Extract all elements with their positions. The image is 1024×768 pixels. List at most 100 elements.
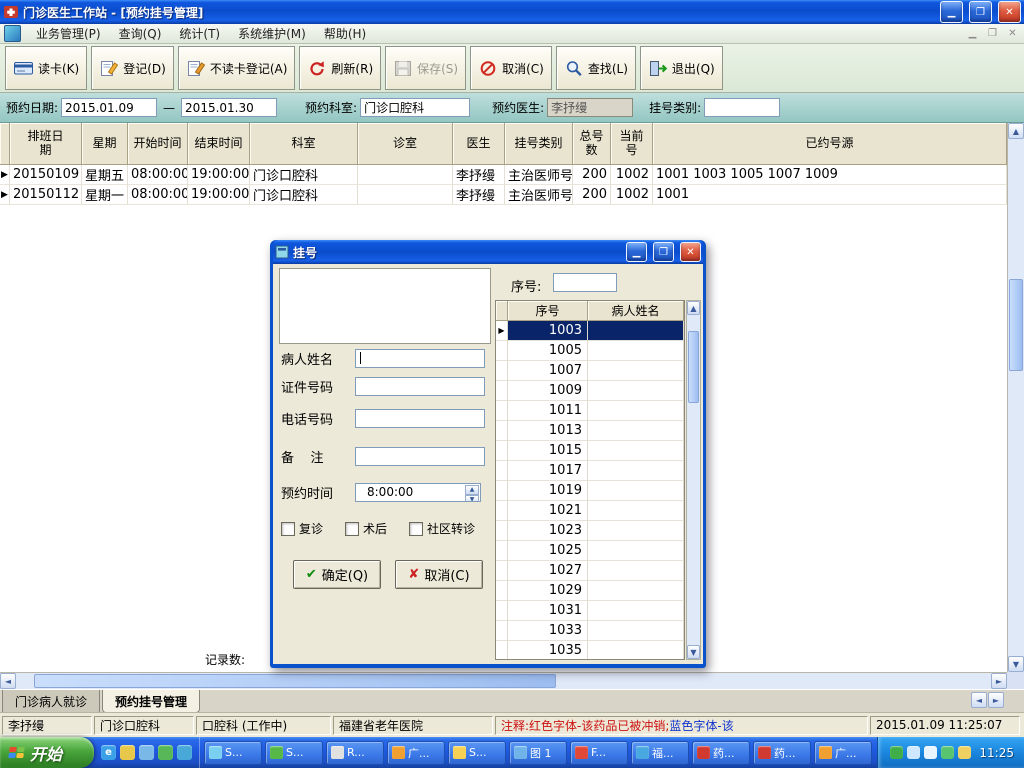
dialog-field-input[interactable] (355, 348, 485, 368)
mdi-restore-icon[interactable]: ❐ (985, 28, 1000, 39)
scroll-left-icon[interactable]: ◄ (0, 673, 16, 689)
dialog-grid-row[interactable]: 1023 (496, 521, 684, 541)
dialog-field-input[interactable] (355, 376, 485, 396)
schedule-grid-row[interactable]: ▶ 20150112 星期一 08:00:00 19:00:00 门诊口腔科 李抒缦 主治医师… (0, 185, 1007, 205)
update-icon[interactable] (958, 746, 972, 759)
vscroll-track[interactable] (1008, 139, 1024, 656)
main-vertical-scrollbar[interactable]: ▲ ▼ (1007, 123, 1024, 672)
desktop-icon[interactable] (139, 745, 154, 760)
hscroll-track[interactable] (16, 673, 991, 689)
toolbar-button-find[interactable]: 查找(L) (555, 46, 636, 90)
dialog-scroll-down-icon[interactable]: ▼ (687, 645, 700, 659)
dialog-grid-row[interactable]: 1015 (496, 441, 684, 461)
toolbar-button-save[interactable]: 保存(S) (385, 46, 467, 90)
sequence-input[interactable] (553, 273, 617, 292)
taskbar-clock[interactable]: 11:25 (979, 746, 1014, 760)
toolbar-button-register[interactable]: 登记(D) (91, 46, 174, 90)
dialog-grid-row[interactable]: 1025 (496, 541, 684, 561)
mdi-minimize-icon[interactable]: ▁ (965, 28, 980, 39)
grid-column-header[interactable]: 已约号源 (653, 123, 1007, 165)
dialog-grid-row[interactable]: 1029 (496, 581, 684, 601)
dialog-close-button[interactable]: ✕ (680, 242, 701, 262)
dialog-grid-row[interactable]: ▶ 1003 (496, 321, 684, 341)
grid-column-header[interactable]: 诊室 (358, 123, 453, 165)
grid-column-header[interactable]: 结束时间 (188, 123, 250, 165)
spin-up-icon[interactable]: ▲ (465, 484, 479, 495)
grid-column-header[interactable]: 当前 号 (611, 123, 653, 165)
schedule-grid-row[interactable]: ▶ 20150109 星期五 08:00:00 19:00:00 门诊口腔科 李抒缦 主治医师… (0, 165, 1007, 185)
menu-item[interactable]: 业务管理(P) (27, 25, 110, 43)
dialog-grid-row[interactable]: 1031 (496, 601, 684, 621)
grid-column-header[interactable]: 排班日 期 (10, 123, 82, 165)
taskbar-task-button[interactable]: 药... (753, 740, 811, 765)
taskbar-task-button[interactable]: R... (326, 740, 384, 765)
tab-scroll-right-icon[interactable]: ► (988, 692, 1004, 708)
date-from-input[interactable]: 2015.01.09 (61, 98, 158, 117)
taskbar-task-button[interactable]: S... (448, 740, 506, 765)
appointment-time-input[interactable]: 8:00:00 ▲ ▼ (355, 482, 481, 502)
network-icon[interactable] (907, 746, 921, 759)
volume-icon[interactable] (924, 746, 938, 759)
scroll-down-icon[interactable]: ▼ (1008, 656, 1024, 672)
taskbar-task-button[interactable]: 图 1 (509, 740, 567, 765)
start-button[interactable]: 开始 (0, 737, 94, 768)
main-horizontal-scrollbar[interactable]: ◄ ► (0, 672, 1007, 689)
close-button[interactable]: ✕ (998, 1, 1021, 23)
hscroll-thumb[interactable] (34, 674, 556, 688)
tab-scroll-left-icon[interactable]: ◄ (971, 692, 987, 708)
restore-button[interactable]: ❐ (969, 1, 992, 23)
toolbar-button-cancel[interactable]: 取消(C) (470, 46, 552, 90)
dialog-vscroll-track[interactable] (687, 315, 700, 645)
dialog-field-input[interactable] (355, 408, 485, 428)
taskbar-task-button[interactable]: 福... (631, 740, 689, 765)
dialog-grid-row[interactable]: 1035 (496, 641, 684, 659)
checkbox-option[interactable]: 社区转诊 (409, 520, 475, 537)
doctor-input[interactable]: 李抒缦 (547, 98, 634, 117)
spin-down-icon[interactable]: ▼ (465, 494, 479, 501)
checkbox-option[interactable]: 复诊 (281, 520, 323, 537)
taskbar-task-button[interactable]: 广... (387, 740, 445, 765)
dialog-vscroll-thumb[interactable] (688, 331, 699, 403)
mail-icon[interactable] (120, 745, 135, 760)
taskbar-task-button[interactable]: 药... (692, 740, 750, 765)
dialog-grid-row[interactable]: 1019 (496, 481, 684, 501)
toolbar-button-exit[interactable]: 退出(Q) (639, 46, 723, 90)
dialog-vertical-scrollbar[interactable]: ▲ ▼ (686, 300, 701, 660)
ie-icon[interactable]: e (101, 745, 116, 760)
dialog-field-input[interactable] (355, 446, 485, 466)
cancel-button[interactable]: ✘ 取消(C) (395, 560, 483, 589)
menu-item[interactable]: 系统维护(M) (229, 25, 315, 43)
date-to-input[interactable]: 2015.01.30 (181, 98, 278, 117)
grid-column-header[interactable]: 医生 (453, 123, 505, 165)
vscroll-thumb[interactable] (1009, 279, 1023, 371)
dialog-grid-row[interactable]: 1013 (496, 421, 684, 441)
grid-column-header[interactable]: 总号 数 (573, 123, 611, 165)
grid-column-header[interactable]: 挂号类别 (505, 123, 573, 165)
dialog-grid-row[interactable]: 1007 (496, 361, 684, 381)
menu-item[interactable]: 查询(Q) (110, 25, 171, 43)
dialog-maximize-button[interactable]: ❐ (653, 242, 674, 262)
reg-type-input[interactable] (704, 98, 781, 117)
menu-item[interactable]: 统计(T) (170, 25, 229, 43)
media-icon[interactable] (158, 745, 173, 760)
grid-column-header[interactable]: 星期 (82, 123, 128, 165)
dialog-grid-row[interactable]: 1005 (496, 341, 684, 361)
scroll-up-icon[interactable]: ▲ (1008, 123, 1024, 139)
grid-column-header[interactable]: 科室 (250, 123, 358, 165)
minimize-button[interactable]: ▁ (940, 1, 963, 23)
grid-column-header[interactable]: 开始时间 (128, 123, 188, 165)
taskbar-task-button[interactable]: S... (265, 740, 323, 765)
taskbar-task-button[interactable]: S... (204, 740, 262, 765)
taskbar-task-button[interactable]: F... (570, 740, 628, 765)
dialog-grid-seq-header[interactable]: 序号 (508, 301, 588, 321)
dialog-grid-row[interactable]: 1011 (496, 401, 684, 421)
toolbar-button-card[interactable]: 读卡(K) (5, 46, 88, 90)
dialog-grid-row[interactable]: 1033 (496, 621, 684, 641)
mdi-close-icon[interactable]: ✕ (1005, 28, 1020, 39)
toolbar-button-refresh[interactable]: 刷新(R) (299, 46, 382, 90)
dialog-grid-row[interactable]: 1021 (496, 501, 684, 521)
antivirus-icon[interactable] (890, 746, 904, 759)
dialog-grid-row[interactable]: 1017 (496, 461, 684, 481)
scroll-right-icon[interactable]: ► (991, 673, 1007, 689)
checkbox-option[interactable]: 术后 (345, 520, 387, 537)
